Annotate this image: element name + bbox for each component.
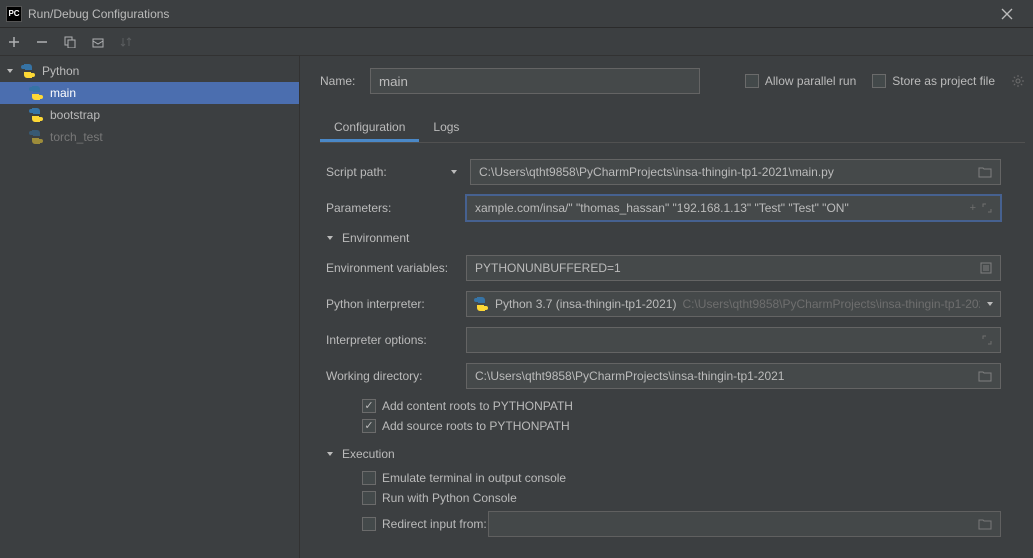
python-icon: [28, 85, 44, 101]
tree-item-label: bootstrap: [50, 108, 100, 122]
sort-icon[interactable]: [116, 32, 136, 52]
interp-options-input[interactable]: [466, 327, 1001, 353]
checkbox-icon: [745, 74, 759, 88]
redirect-input-checkbox[interactable]: [362, 517, 376, 531]
expand-icon[interactable]: [982, 335, 992, 345]
interp-options-label: Interpreter options:: [326, 333, 466, 347]
env-vars-label: Environment variables:: [326, 261, 466, 275]
interpreter-dropdown[interactable]: Python 3.7 (insa-thingin-tp1-2021) C:\Us…: [466, 291, 1001, 317]
add-source-roots-checkbox[interactable]: Add source roots to PYTHONPATH: [326, 419, 1001, 433]
remove-config-icon[interactable]: [32, 32, 52, 52]
python-icon: [20, 63, 36, 79]
chevron-down-icon: [326, 450, 336, 458]
run-with-console-checkbox[interactable]: Run with Python Console: [326, 491, 1001, 505]
folder-icon[interactable]: [978, 518, 992, 530]
chevron-down-icon: [6, 67, 16, 75]
store-as-project-checkbox[interactable]: Store as project file: [872, 74, 995, 88]
add-content-roots-checkbox[interactable]: Add content roots to PYTHONPATH: [326, 399, 1001, 413]
window-title: Run/Debug Configurations: [28, 7, 987, 21]
tab-configuration[interactable]: Configuration: [320, 114, 419, 142]
python-icon: [28, 107, 44, 123]
tree-item-torch-test[interactable]: torch_test: [0, 126, 299, 148]
checkbox-icon: [362, 399, 376, 413]
plus-icon[interactable]: +: [970, 202, 976, 214]
environment-section-header[interactable]: Environment: [326, 231, 1001, 245]
script-path-input[interactable]: C:\Users\qtht9858\PyCharmProjects\insa-t…: [470, 159, 1001, 185]
tree-item-label: main: [50, 86, 76, 100]
chevron-down-icon: [986, 300, 994, 308]
copy-config-icon[interactable]: [60, 32, 80, 52]
name-label: Name:: [320, 74, 370, 88]
redirect-input-label: Redirect input from:: [382, 517, 488, 531]
gear-icon[interactable]: [1011, 74, 1025, 88]
titlebar: PC Run/Debug Configurations: [0, 0, 1033, 28]
checkbox-icon: [872, 74, 886, 88]
parameters-label: Parameters:: [326, 201, 466, 215]
tree-item-label: torch_test: [50, 130, 103, 144]
parameters-input[interactable]: xample.com/insa/" "thomas_hassan" "192.1…: [466, 195, 1001, 221]
config-tree: Python main bootstrap torch_test: [0, 56, 300, 558]
python-icon: [473, 296, 489, 312]
name-input[interactable]: [370, 68, 700, 94]
tree-root-python[interactable]: Python: [0, 60, 299, 82]
interpreter-label: Python interpreter:: [326, 297, 466, 311]
close-button[interactable]: [987, 0, 1027, 28]
toolbar: [0, 28, 1033, 56]
tree-item-bootstrap[interactable]: bootstrap: [0, 104, 299, 126]
emulate-terminal-checkbox[interactable]: Emulate terminal in output console: [326, 471, 1001, 485]
add-config-icon[interactable]: [4, 32, 24, 52]
main-panel: Name: Allow parallel run Store as projec…: [300, 56, 1033, 558]
redirect-input-field[interactable]: [488, 511, 1001, 537]
working-dir-label: Working directory:: [326, 369, 466, 383]
folder-icon[interactable]: [978, 166, 992, 178]
tabs: Configuration Logs: [320, 114, 1025, 143]
pycharm-logo-icon: PC: [6, 6, 22, 22]
execution-section-header[interactable]: Execution: [326, 447, 1001, 461]
expand-icon[interactable]: [982, 202, 992, 214]
python-icon: [28, 129, 44, 145]
tree-root-label: Python: [42, 64, 79, 78]
checkbox-icon: [362, 471, 376, 485]
list-icon[interactable]: [980, 262, 992, 274]
chevron-down-icon[interactable]: [448, 168, 460, 176]
script-path-label: Script path:: [326, 165, 466, 179]
save-template-icon[interactable]: [88, 32, 108, 52]
checkbox-icon: [362, 419, 376, 433]
checkbox-icon: [362, 491, 376, 505]
tab-logs[interactable]: Logs: [419, 114, 473, 142]
working-dir-input[interactable]: C:\Users\qtht9858\PyCharmProjects\insa-t…: [466, 363, 1001, 389]
chevron-down-icon: [326, 234, 336, 242]
allow-parallel-checkbox[interactable]: Allow parallel run: [745, 74, 856, 88]
tree-item-main[interactable]: main: [0, 82, 299, 104]
folder-icon[interactable]: [978, 370, 992, 382]
env-vars-input[interactable]: PYTHONUNBUFFERED=1: [466, 255, 1001, 281]
